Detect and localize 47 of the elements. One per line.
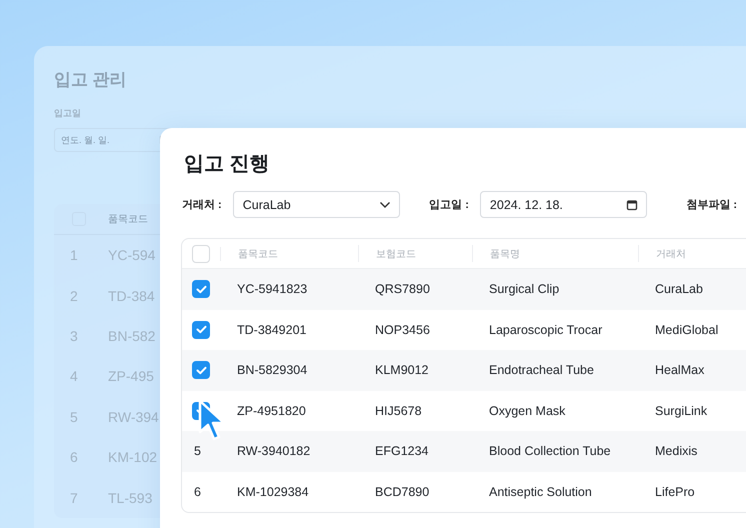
window-title: 입고 관리 (54, 69, 128, 91)
table-cell-text: EFG1234 (374, 444, 430, 458)
column-header: 품목명 (472, 245, 638, 262)
table-cell-text: Antiseptic Solution (488, 484, 593, 499)
table-cell-text: MediGlobal (654, 322, 720, 337)
dialog-title: 입고 진행 (184, 152, 271, 177)
column-header: 품목코드 (220, 246, 358, 260)
table-cell-text: Blood Collection Tube (488, 444, 612, 458)
column-header: 보험코드 (358, 245, 472, 262)
checkbox[interactable] (192, 320, 210, 339)
column-header: 거래처 (638, 245, 746, 262)
row-number: 5 (193, 444, 202, 458)
table-cell-text: RW-3940182 (236, 444, 312, 458)
check-icon (196, 366, 206, 375)
field-label: 첨부파일 : (686, 198, 738, 212)
date-field[interactable]: 2024. 12. 18. (480, 191, 648, 218)
table-cell-text: BN-5829304 (236, 363, 308, 378)
table-cell-text: TD-3849201 (236, 322, 308, 337)
table-cell-text: KLM9012 (374, 363, 430, 378)
table-cell-text: ZP-4951820 (236, 404, 307, 418)
field-label: 입고일 : (429, 198, 469, 212)
table-cell-text: Laparoscopic Trocar (488, 322, 604, 337)
vendor-select[interactable]: CuraLab (232, 191, 400, 218)
checkbox[interactable] (192, 280, 210, 298)
table-cell-text: Endotracheal Tube (488, 363, 595, 378)
row-number: 6 (193, 484, 202, 499)
check-icon (196, 284, 206, 294)
column-header: 품목코드 (108, 213, 148, 226)
table-cell-text: NOP3456 (374, 322, 431, 337)
check-icon (196, 325, 206, 334)
table-cell-text: KM-1029384 (236, 484, 310, 499)
checkbox[interactable] (192, 361, 210, 380)
field-label: 입고일 (54, 107, 82, 120)
table-cell-text: QRS7890 (374, 282, 431, 296)
calendar-icon (626, 198, 638, 210)
chevron-down-icon (379, 200, 392, 208)
table-cell-text: Surgical Clip (488, 282, 560, 296)
table-cell-text: LifePro (654, 484, 696, 499)
table-cell-text: HIJ5678 (374, 404, 423, 418)
table-cell-text: Oxygen Mask (488, 404, 566, 418)
table-cell-text: SurgiLink (654, 404, 708, 418)
table-cell-text: HealMax (654, 363, 706, 378)
table-cell-text: BCD7890 (374, 484, 430, 499)
table-cell-text: CuraLab (654, 282, 704, 296)
table-cell-text: Medixis (654, 444, 698, 458)
table-cell-text: YC-5941823 (236, 282, 308, 296)
field-label: 거래처 : (182, 198, 222, 212)
